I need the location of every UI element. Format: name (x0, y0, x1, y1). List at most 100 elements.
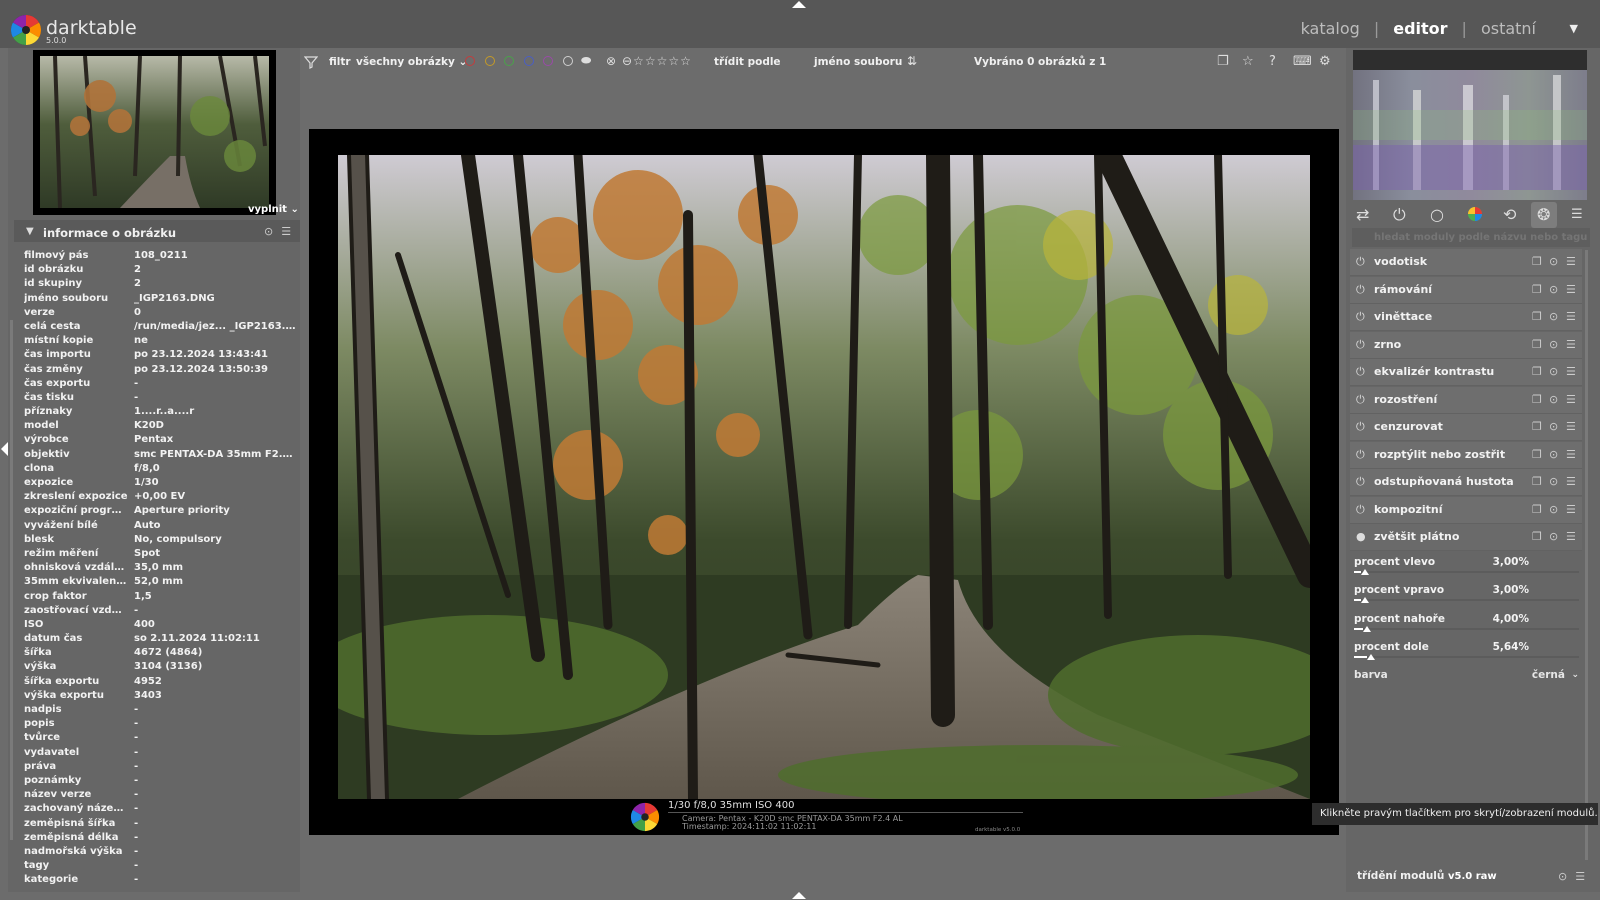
color-label-any[interactable] (563, 56, 573, 66)
multi-instance-icon[interactable]: ❐ (1532, 475, 1542, 488)
reset-icon[interactable]: ⊙ (1549, 448, 1558, 461)
color-label-purple[interactable] (543, 56, 553, 66)
module-power-icon[interactable]: ⏻ (1356, 338, 1365, 352)
module-group-color-icon[interactable] (1467, 206, 1483, 222)
slider-track[interactable] (1354, 627, 1579, 630)
module-group-presets-menu-icon[interactable]: ☰ (1571, 207, 1583, 222)
multi-instance-icon[interactable]: ❐ (1532, 530, 1542, 543)
color-label-blue[interactable] (524, 56, 534, 66)
reset-icon[interactable]: ⊙ (1558, 870, 1567, 883)
left-panel-scrollbar[interactable] (10, 320, 13, 840)
color-label-toggle-icon[interactable]: ⬬ (581, 53, 591, 68)
module-header[interactable]: ⏻ ekvalizér kontrastu ❐ ⊙ ☰ (1350, 359, 1582, 386)
multi-instance-icon[interactable]: ❐ (1532, 338, 1542, 351)
reset-icon[interactable]: ⊙ (1549, 310, 1558, 323)
reset-icon[interactable]: ⊙ (1549, 255, 1558, 268)
module-power-icon[interactable]: ⏻ (1356, 283, 1365, 297)
sort-by-dropdown[interactable]: jméno souboru ⌄ (814, 56, 915, 68)
module-group-effects-icon[interactable]: ❂ (1537, 205, 1550, 224)
slider-0[interactable]: procent vlevo 3,00% (1354, 556, 1579, 578)
presets-menu-icon[interactable]: ☰ (1566, 255, 1576, 268)
module-header[interactable]: ⏻ rozostření ❐ ⊙ ☰ (1350, 386, 1582, 414)
grouping-icon[interactable]: ❐ (1217, 54, 1229, 69)
rating-stars-icon[interactable]: ⊖☆☆☆☆☆ (622, 54, 692, 68)
slider-2[interactable]: procent nahoře 4,00% (1354, 613, 1579, 635)
slider-handle-icon[interactable] (1366, 653, 1375, 660)
module-power-icon[interactable]: ⏻ (1356, 420, 1365, 434)
module-header[interactable]: ⏻ rámování ❐ ⊙ ☰ (1350, 276, 1582, 304)
toggle-top-panel-arrow-icon[interactable] (792, 1, 806, 8)
rating-rejected-icon[interactable]: ⊗ (606, 54, 616, 68)
module-power-icon[interactable]: ⏻ (1356, 365, 1365, 379)
presets-menu-icon[interactable]: ☰ (1566, 310, 1576, 323)
multi-instance-icon[interactable]: ❐ (1532, 503, 1542, 516)
presets-menu-icon[interactable]: ☰ (1566, 283, 1576, 296)
color-label-yellow[interactable] (485, 56, 495, 66)
zoom-fit-dropdown[interactable]: vyplnit ⌄ (248, 204, 299, 215)
overlay-star-icon[interactable]: ☆ (1242, 54, 1254, 69)
slider-1[interactable]: procent vpravo 3,00% (1354, 584, 1579, 606)
reset-icon[interactable]: ⊙ (1549, 503, 1558, 516)
color-label-green[interactable] (504, 56, 514, 66)
filter-icon[interactable] (304, 55, 318, 69)
multi-instance-icon[interactable]: ❐ (1532, 448, 1542, 461)
slider-track[interactable] (1354, 571, 1579, 573)
reset-icon[interactable]: ⊙ (264, 225, 273, 238)
presets-menu-icon[interactable]: ☰ (1566, 393, 1576, 406)
slider-handle-icon[interactable] (1360, 597, 1369, 604)
reset-icon[interactable]: ⊙ (1549, 338, 1558, 351)
presets-menu-icon[interactable]: ☰ (1566, 503, 1576, 516)
toggle-bottom-panel-arrow-icon[interactable] (792, 892, 806, 899)
slider-track[interactable] (1354, 599, 1579, 602)
right-panel-scrollbar[interactable] (1585, 250, 1588, 860)
module-group-active-power-icon[interactable]: ⏻ (1393, 205, 1406, 225)
module-power-icon[interactable]: ● (1356, 530, 1366, 543)
slider-handle-icon[interactable] (1360, 569, 1369, 575)
module-power-icon[interactable]: ⏻ (1356, 503, 1365, 517)
slider-track[interactable] (1354, 655, 1579, 658)
histogram-waveform[interactable] (1353, 50, 1587, 200)
module-power-icon[interactable]: ⏻ (1356, 310, 1365, 324)
help-icon[interactable]: ? (1269, 54, 1276, 69)
reset-icon[interactable]: ⊙ (1549, 530, 1558, 543)
module-header[interactable]: ⏻ vodotisk ❐ ⊙ ☰ (1350, 249, 1582, 276)
module-group-base-circle-icon[interactable]: ○ (1430, 205, 1444, 224)
module-header[interactable]: ⏻ viněttace ❐ ⊙ ☰ (1350, 304, 1582, 331)
slider-3[interactable]: procent dole 5,64% (1354, 641, 1579, 663)
reset-icon[interactable]: ⊙ (1549, 475, 1558, 488)
module-header[interactable]: ⏻ cenzurovat ❐ ⊙ ☰ (1350, 414, 1582, 441)
module-header[interactable]: ● zvětšit plátno ❐ ⊙ ☰ (1350, 524, 1582, 551)
view-katalog[interactable]: katalog (1301, 19, 1360, 38)
view-editor[interactable]: editor (1393, 19, 1447, 38)
module-header[interactable]: ⏻ zrno ❐ ⊙ ☰ (1350, 331, 1582, 359)
module-power-icon[interactable]: ⏻ (1356, 475, 1365, 489)
multi-instance-icon[interactable]: ❐ (1532, 283, 1542, 296)
edited-photo[interactable] (338, 155, 1310, 799)
slider-handle-icon[interactable] (1363, 625, 1371, 632)
color-label-red[interactable] (465, 56, 475, 66)
module-power-icon[interactable]: ⏻ (1356, 448, 1365, 462)
module-header[interactable]: ⏻ rozptýlit nebo zostřit ❐ ⊙ ☰ (1350, 441, 1582, 469)
module-search-input[interactable] (1352, 228, 1590, 247)
preferences-gear-icon[interactable]: ⚙ (1319, 54, 1331, 69)
sort-order-icon[interactable]: ⇅ (907, 54, 917, 68)
presets-menu-icon[interactable]: ☰ (1566, 420, 1576, 433)
presets-menu-icon[interactable]: ☰ (1566, 448, 1576, 461)
module-group-quick-access-icon[interactable]: ⇄ (1356, 205, 1369, 224)
presets-menu-icon[interactable]: ☰ (1566, 475, 1576, 488)
keyboard-shortcuts-icon[interactable]: ⌨ (1293, 54, 1312, 69)
presets-menu-icon[interactable]: ☰ (1566, 365, 1576, 378)
multi-instance-icon[interactable]: ❐ (1532, 310, 1542, 323)
multi-instance-icon[interactable]: ❐ (1532, 365, 1542, 378)
module-power-icon[interactable]: ⏻ (1356, 393, 1365, 407)
presets-menu-icon[interactable]: ☰ (1575, 870, 1585, 883)
reset-icon[interactable]: ⊙ (1549, 283, 1558, 296)
multi-instance-icon[interactable]: ❐ (1532, 420, 1542, 433)
presets-menu-icon[interactable]: ☰ (281, 225, 291, 238)
reset-icon[interactable]: ⊙ (1549, 393, 1558, 406)
toggle-left-panel-arrow-icon[interactable] (1, 442, 8, 456)
presets-menu-icon[interactable]: ☰ (1566, 338, 1576, 351)
navigation-thumbnail[interactable] (40, 56, 269, 208)
multi-instance-icon[interactable]: ❐ (1532, 393, 1542, 406)
multi-instance-icon[interactable]: ❐ (1532, 255, 1542, 268)
